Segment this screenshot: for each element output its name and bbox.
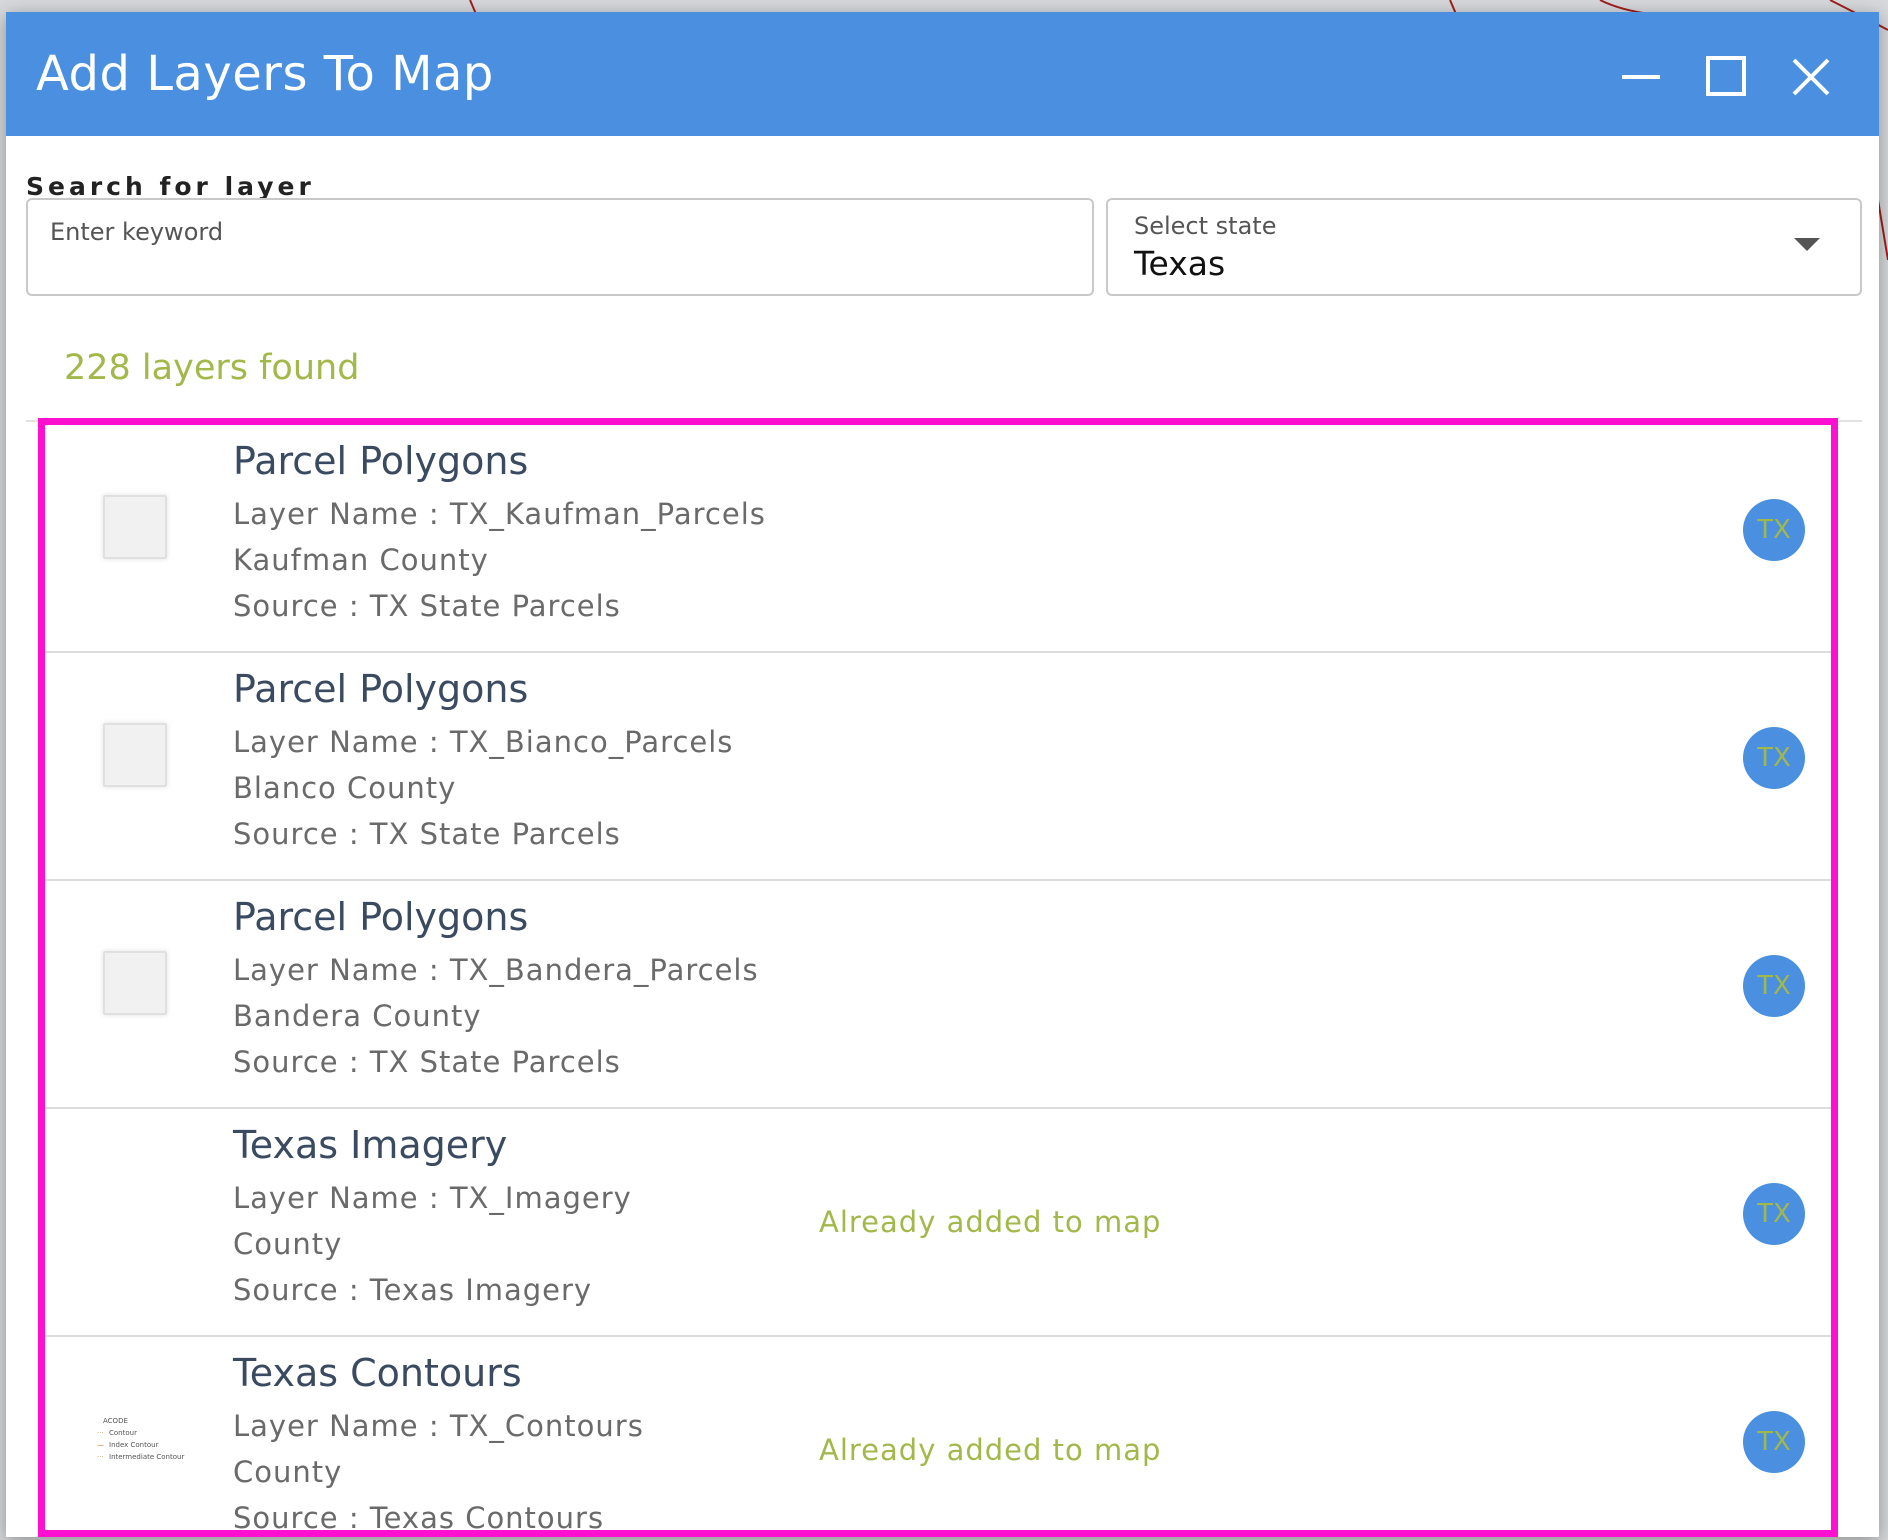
already-added-status: Already added to map (819, 1205, 1162, 1239)
layer-county: Blanco County (233, 771, 457, 805)
layer-source: Source : TX State Parcels (233, 817, 621, 851)
state-badge: TX (1743, 499, 1805, 561)
state-select-label: Select state (1134, 212, 1277, 240)
layer-county: County (233, 1227, 343, 1261)
layer-list[interactable]: Parcel Polygons Layer Name : TX_Kaufman_… (38, 418, 1838, 1537)
layer-source: Source : Texas Imagery (233, 1273, 593, 1307)
layer-source: Source : Texas Contours (233, 1501, 605, 1535)
layer-title: Parcel Polygons (233, 439, 529, 483)
minimize-icon (1622, 75, 1660, 79)
keyword-input[interactable] (50, 212, 1070, 252)
minimize-button[interactable] (1618, 52, 1668, 102)
legend-heading: ACODE (103, 1417, 128, 1425)
layer-title: Texas Contours (233, 1351, 522, 1395)
state-badge: TX (1743, 727, 1805, 789)
layer-title: Texas Imagery (233, 1123, 508, 1167)
legend-item: Intermediate Contour (109, 1453, 185, 1461)
layer-title: Parcel Polygons (233, 667, 529, 711)
layer-row[interactable]: ACODE ··· Contour — Index Contour ··· In… (45, 1337, 1831, 1535)
search-label: Search for layer (26, 172, 315, 201)
close-button[interactable] (1786, 52, 1836, 102)
results-count: 228 layers found (64, 348, 360, 388)
layer-row[interactable]: Parcel Polygons Layer Name : TX_Kaufman_… (45, 425, 1831, 653)
layer-source: Source : TX State Parcels (233, 589, 621, 623)
maximize-icon (1706, 56, 1746, 96)
layer-title: Parcel Polygons (233, 895, 529, 939)
layer-row[interactable]: Parcel Polygons Layer Name : TX_Bandera_… (45, 881, 1831, 1109)
add-layers-dialog: Add Layers To Map Search for layer Selec… (6, 12, 1879, 1537)
state-select[interactable]: Select state Texas (1106, 198, 1862, 296)
contour-legend-thumbnail: ACODE ··· Contour — Index Contour ··· In… (97, 1417, 187, 1477)
layer-thumbnail (103, 951, 167, 1015)
layer-name: Layer Name : TX_Bandera_Parcels (233, 953, 759, 987)
layer-name: Layer Name : TX_Kaufman_Parcels (233, 497, 766, 531)
legend-swatch: ··· (97, 1429, 104, 1437)
state-badge: TX (1743, 955, 1805, 1017)
keyword-field[interactable] (26, 198, 1094, 296)
layer-county: Kaufman County (233, 543, 489, 577)
legend-swatch: — (97, 1441, 104, 1449)
legend-swatch: ··· (97, 1453, 104, 1461)
state-select-value: Texas (1134, 244, 1226, 283)
chevron-down-icon (1794, 238, 1820, 251)
state-badge: TX (1743, 1411, 1805, 1473)
layer-row[interactable]: Parcel Polygons Layer Name : TX_Bianco_P… (45, 653, 1831, 881)
layer-thumbnail (103, 495, 167, 559)
close-icon (1792, 58, 1830, 96)
legend-item: Index Contour (109, 1441, 159, 1449)
dialog-titlebar[interactable]: Add Layers To Map (6, 12, 1879, 136)
legend-item: Contour (109, 1429, 137, 1437)
dialog-title: Add Layers To Map (36, 46, 494, 102)
layer-row[interactable]: Texas Imagery Layer Name : TX_Imagery Co… (45, 1109, 1831, 1337)
layer-name: Layer Name : TX_Contours (233, 1409, 644, 1443)
layer-name: Layer Name : TX_Bianco_Parcels (233, 725, 734, 759)
already-added-status: Already added to map (819, 1433, 1162, 1467)
layer-name: Layer Name : TX_Imagery (233, 1181, 632, 1215)
layer-county: Bandera County (233, 999, 482, 1033)
layer-thumbnail (103, 723, 167, 787)
layer-county: County (233, 1455, 343, 1489)
maximize-button[interactable] (1702, 52, 1752, 102)
layer-source: Source : TX State Parcels (233, 1045, 621, 1079)
state-badge: TX (1743, 1183, 1805, 1245)
